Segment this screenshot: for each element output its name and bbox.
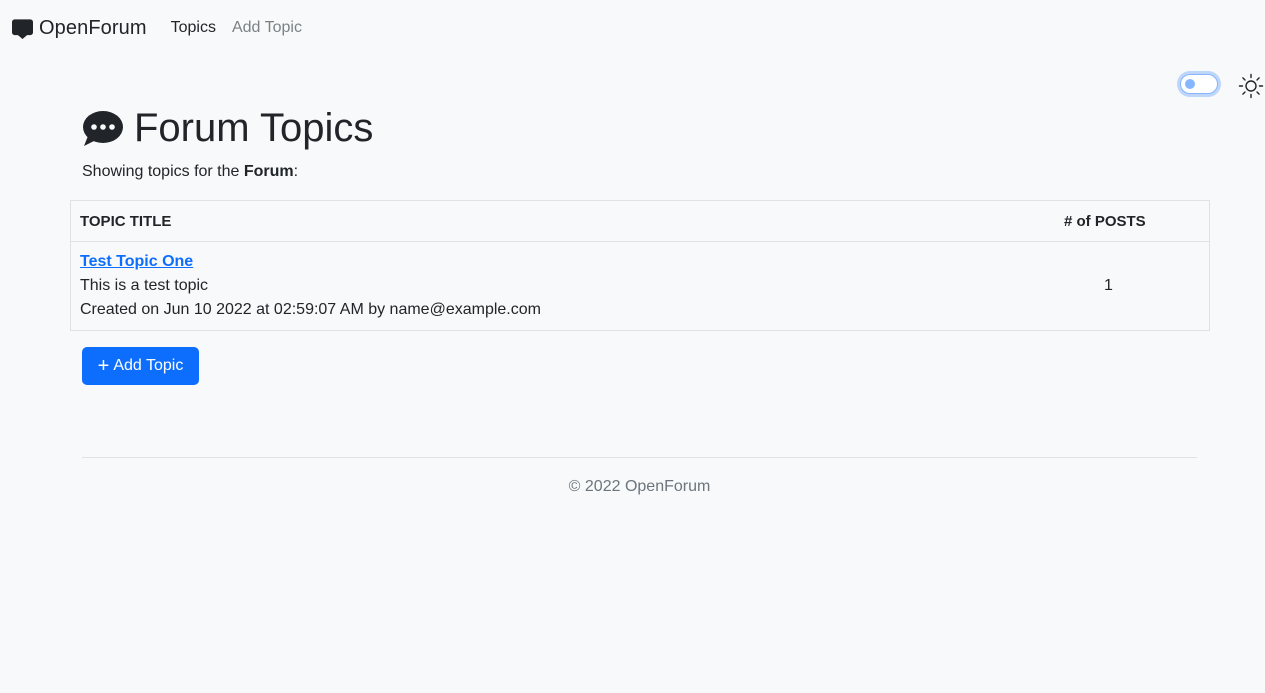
nav-links: Topics Add Topic: [171, 19, 318, 37]
nav-link-add-topic[interactable]: Add Topic: [232, 19, 302, 37]
column-header-topic-title: TOPIC TITLE: [80, 213, 172, 230]
nav-link-topics[interactable]: Topics: [171, 19, 216, 37]
sun-icon[interactable]: [1238, 73, 1264, 99]
chat-square-icon: [12, 18, 33, 39]
theme-controls: [1165, 72, 1265, 99]
page-title: Forum Topics: [82, 106, 373, 151]
brand-name: OpenForum: [39, 16, 147, 39]
subtitle-prefix: Showing topics for the: [82, 163, 244, 180]
toggle-knob: [1185, 79, 1195, 89]
table-row: Test Topic One This is a test topic Crea…: [71, 242, 1209, 330]
chat-dots-icon: [82, 110, 124, 148]
column-header-posts: # of POSTS: [1064, 213, 1146, 230]
subtitle-suffix: :: [293, 163, 299, 180]
add-topic-button[interactable]: + Add Topic: [82, 347, 199, 385]
top-navbar: OpenForum Topics Add Topic: [0, 0, 1265, 56]
footer-divider: [82, 457, 1197, 458]
topic-description: This is a test topic: [80, 277, 209, 294]
add-topic-label: Add Topic: [113, 357, 184, 374]
topics-table: TOPIC TITLE # of POSTS Test Topic One Th…: [70, 200, 1210, 331]
footer-copyright: © 2022 OpenForum: [568, 478, 711, 495]
plus-icon: +: [97, 355, 110, 377]
theme-toggle-switch[interactable]: [1180, 74, 1218, 94]
post-count: 1: [1104, 277, 1113, 294]
page-subtitle: Showing topics for the Forum:: [82, 163, 298, 181]
table-header: TOPIC TITLE # of POSTS: [71, 201, 1209, 242]
topic-meta: Created on Jun 10 2022 at 02:59:07 AM by…: [80, 301, 541, 318]
page-title-text: Forum Topics: [134, 106, 374, 150]
brand-link[interactable]: OpenForum: [12, 17, 147, 40]
forum-name: Forum: [243, 163, 294, 180]
topic-title-link[interactable]: Test Topic One: [80, 253, 193, 271]
